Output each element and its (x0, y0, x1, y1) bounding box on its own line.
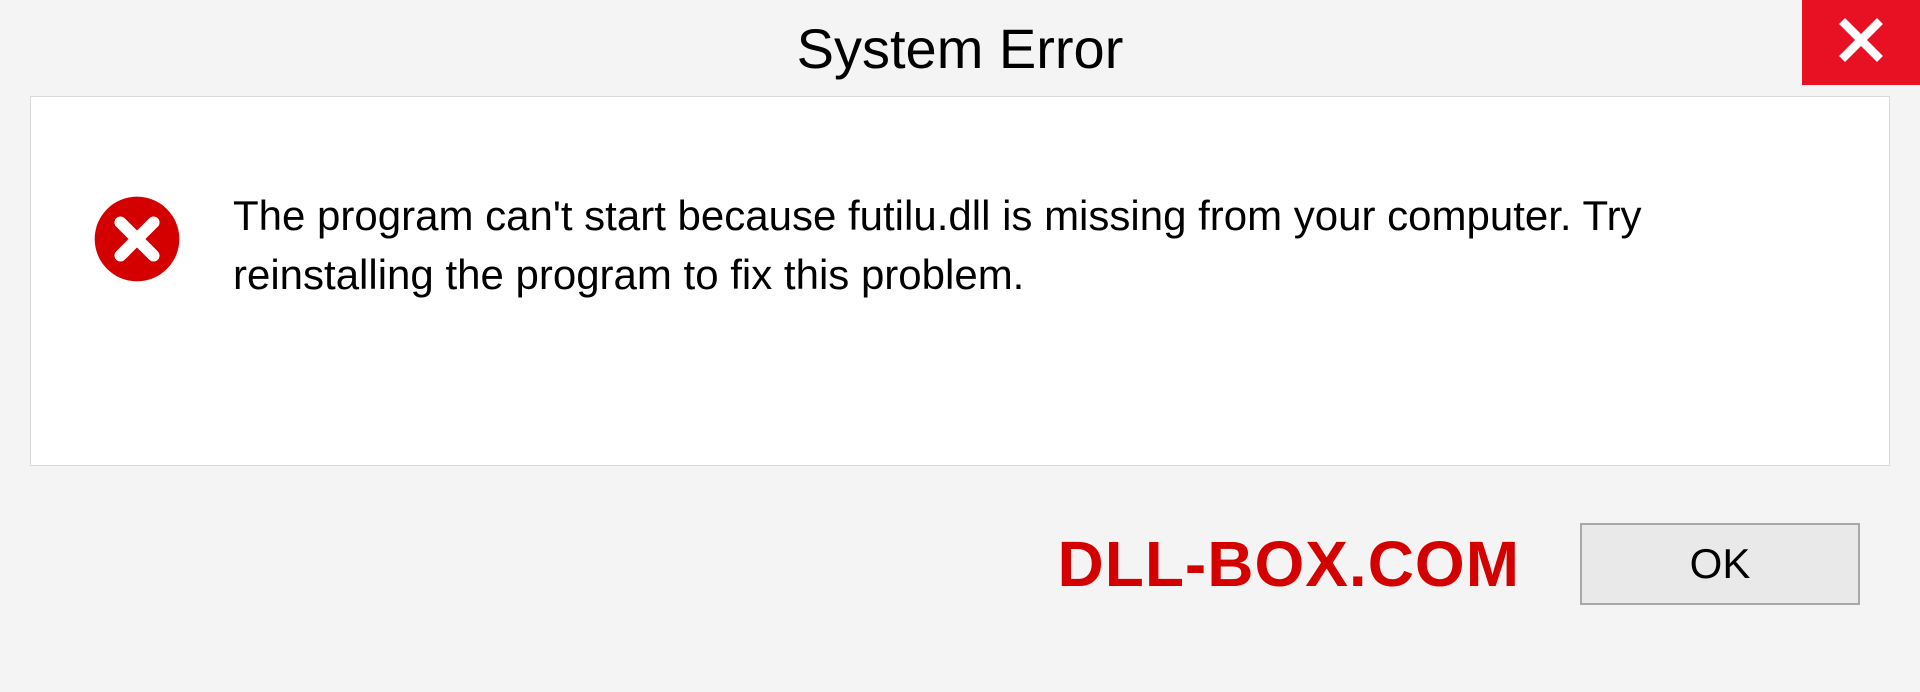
close-button[interactable] (1802, 0, 1920, 85)
dialog-title: System Error (797, 16, 1124, 81)
dialog-content: The program can't start because futilu.d… (30, 96, 1890, 466)
watermark-text: DLL-BOX.COM (1058, 527, 1521, 601)
dialog-footer: DLL-BOX.COM OK (30, 466, 1890, 661)
ok-button[interactable]: OK (1580, 523, 1860, 605)
error-message: The program can't start because futilu.d… (233, 187, 1829, 305)
ok-button-label: OK (1690, 540, 1751, 588)
error-icon (91, 193, 183, 285)
close-icon (1837, 16, 1885, 69)
titlebar: System Error (0, 0, 1920, 96)
